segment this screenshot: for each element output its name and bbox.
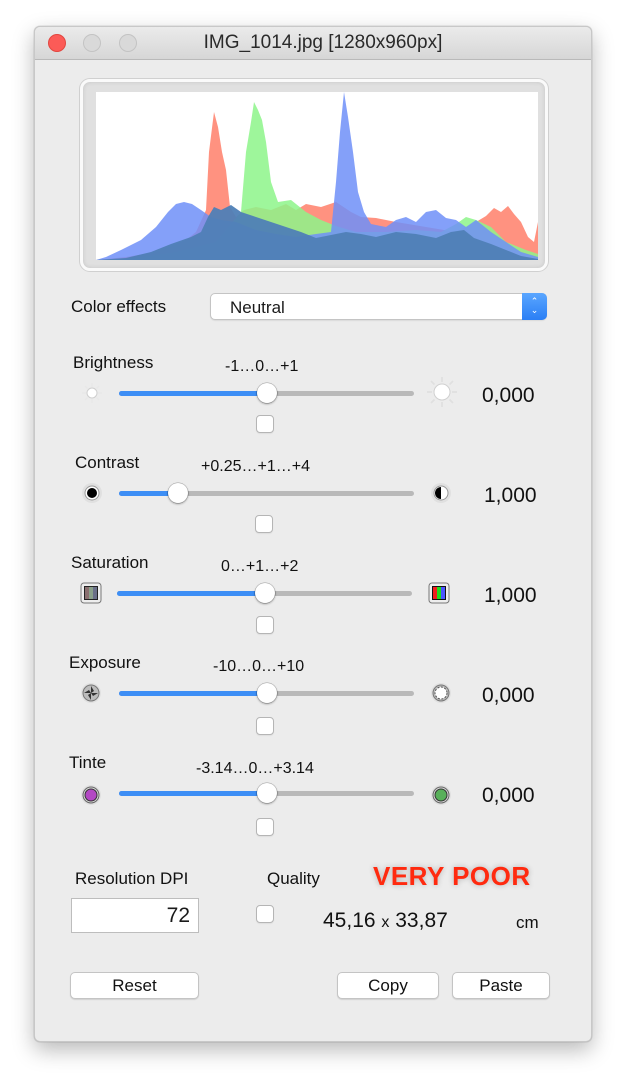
color-effects-select[interactable]: Neutral ⌃ ⌄ xyxy=(210,293,547,320)
sun-large-icon[interactable] xyxy=(425,375,459,409)
tint-label: Tinte xyxy=(69,753,107,772)
image-adjust-window: IMG_1014.jpg [1280x960px] Color effects … xyxy=(34,26,592,1042)
brightness-checkbox[interactable] xyxy=(256,415,274,433)
saturation-range: 0…+1…+2 xyxy=(221,558,299,575)
saturated-icon[interactable] xyxy=(426,580,452,606)
print-width: 45,16 xyxy=(323,909,376,932)
contrast-slider-knob[interactable] xyxy=(168,483,188,503)
quality-checkbox[interactable] xyxy=(256,905,274,923)
tint-checkbox[interactable] xyxy=(256,818,274,836)
print-size-separator: x xyxy=(381,914,390,931)
contrast-value: 1,000 xyxy=(484,484,537,507)
brightness-label: Brightness xyxy=(73,353,154,372)
print-height: 33,87 xyxy=(395,909,448,932)
contrast-high-icon[interactable] xyxy=(428,480,454,506)
paste-button[interactable]: Paste xyxy=(452,972,550,999)
saturation-slider-knob[interactable] xyxy=(254,583,275,603)
contrast-checkbox[interactable] xyxy=(255,515,273,533)
tint-value: 0,000 xyxy=(482,784,535,807)
exposure-range: -10…0…+10 xyxy=(213,658,305,675)
contrast-low-icon[interactable] xyxy=(79,480,105,506)
aperture-closed-icon[interactable] xyxy=(78,680,104,706)
print-size-unit: cm xyxy=(516,913,539,932)
histogram-panel xyxy=(80,79,548,271)
resolution-dpi-label: Resolution DPI xyxy=(75,869,189,888)
brightness-slider[interactable] xyxy=(119,383,414,403)
contrast-label: Contrast xyxy=(75,453,140,472)
brightness-slider-fill xyxy=(119,391,267,396)
color-effects-selected-value: Neutral xyxy=(230,298,285,317)
exposure-value: 0,000 xyxy=(482,684,535,707)
window-title: IMG_1014.jpg [1280x960px] xyxy=(203,32,443,53)
exposure-slider[interactable] xyxy=(119,683,414,703)
brightness-range: -1…0…+1 xyxy=(225,358,299,375)
quality-label: Quality xyxy=(267,869,320,888)
saturation-slider[interactable] xyxy=(117,583,412,603)
histogram-plot xyxy=(96,92,538,260)
reset-button[interactable]: Reset xyxy=(70,972,199,999)
exposure-label: Exposure xyxy=(69,653,141,672)
quality-status: VERY POOR xyxy=(373,861,531,891)
saturation-slider-fill xyxy=(117,591,265,596)
resolution-dpi-input[interactable]: 72 xyxy=(71,898,199,933)
print-size-readout: 45,16 x 33,87 xyxy=(323,909,448,933)
contrast-slider[interactable] xyxy=(119,483,414,503)
contrast-range: +0.25…+1…+4 xyxy=(201,458,310,475)
tint-magenta-icon[interactable] xyxy=(78,782,104,808)
tint-slider-fill xyxy=(119,791,267,796)
copy-button[interactable]: Copy xyxy=(337,972,439,999)
saturation-checkbox[interactable] xyxy=(256,616,274,634)
exposure-slider-knob[interactable] xyxy=(256,683,277,703)
tint-green-icon[interactable] xyxy=(428,782,454,808)
desaturated-icon[interactable] xyxy=(78,580,104,606)
tint-slider-knob[interactable] xyxy=(256,783,277,803)
title-bar[interactable]: IMG_1014.jpg [1280x960px] xyxy=(35,27,591,60)
aperture-open-icon[interactable] xyxy=(428,680,454,706)
chevron-updown-icon[interactable]: ⌃ ⌄ xyxy=(522,293,547,320)
saturation-label: Saturation xyxy=(71,553,149,572)
exposure-slider-fill xyxy=(119,691,267,696)
color-effects-label: Color effects xyxy=(71,297,167,316)
exposure-checkbox[interactable] xyxy=(256,717,274,735)
saturation-value: 1,000 xyxy=(484,584,537,607)
histogram-svg xyxy=(96,92,538,260)
tint-range: -3.14…0…+3.14 xyxy=(196,760,314,777)
tint-slider[interactable] xyxy=(119,783,414,803)
brightness-slider-knob[interactable] xyxy=(256,383,277,403)
histogram-blue-channel xyxy=(96,92,538,260)
brightness-value: 0,000 xyxy=(482,384,535,407)
sun-small-icon[interactable] xyxy=(79,380,105,406)
